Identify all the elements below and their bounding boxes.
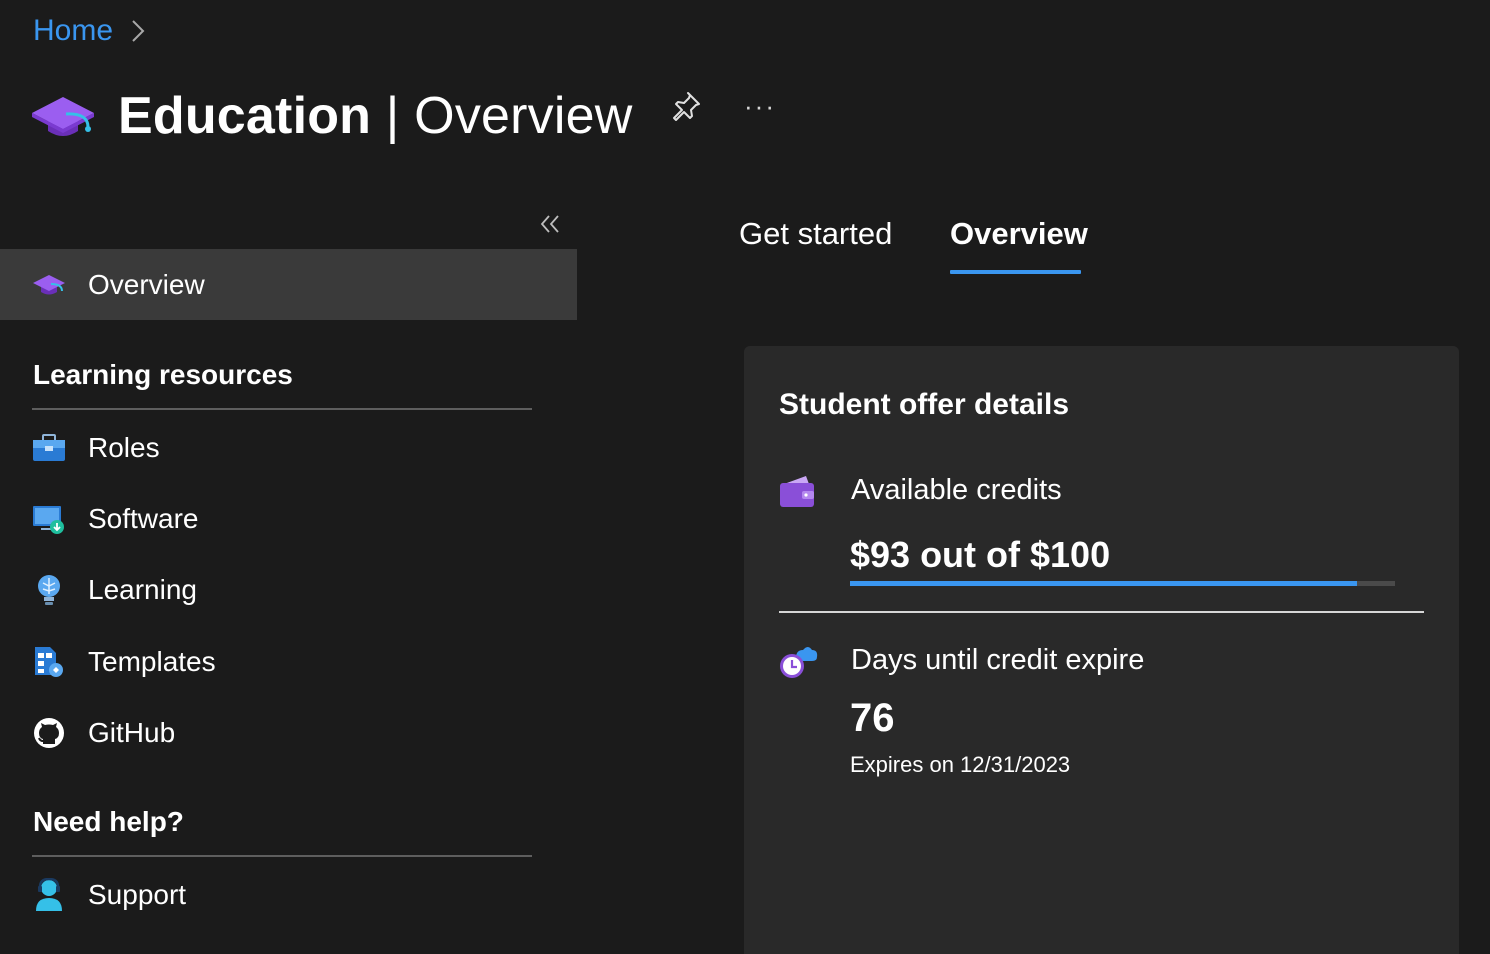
days-until-expire-value: 76 (850, 696, 895, 740)
template-icon (32, 645, 66, 679)
credits-progress-fill (850, 581, 1357, 586)
section-title-learning-resources: Learning resources (33, 359, 293, 390)
graduation-cap-icon (30, 83, 96, 149)
student-offer-card: Student offer details Available credits … (744, 346, 1459, 954)
available-credits-value: $93 out of $100 (850, 534, 1111, 575)
monitor-download-icon (32, 502, 66, 536)
sidebar-item-label: Templates (88, 646, 216, 677)
page-title-separator: | (371, 87, 415, 145)
section-divider (32, 855, 532, 857)
collapse-sidebar-icon[interactable] (534, 208, 566, 240)
sidebar-item-support[interactable]: Support (32, 870, 186, 920)
graduation-cap-icon (32, 268, 66, 302)
page-title: Education | Overview (118, 86, 632, 146)
card-title: Student offer details (779, 388, 1070, 421)
page: Home Education | Overview ··· Overview L… (0, 0, 1490, 954)
breadcrumb: Home (33, 14, 149, 48)
expiry-date-text: Expires on 12/31/2023 (850, 752, 1071, 777)
available-credits-label: Available credits (851, 474, 1062, 506)
page-header: Education | Overview ··· (30, 76, 774, 156)
sidebar-item-label: Roles (88, 432, 160, 463)
github-icon (32, 716, 66, 750)
sidebar-item-label: Learning (88, 574, 197, 605)
sidebar-item-label: Support (88, 879, 187, 910)
sidebar-item-label: Overview (88, 268, 205, 300)
page-title-sub: Overview (414, 87, 633, 145)
sidebar-item-roles[interactable]: Roles (32, 423, 160, 473)
pin-icon[interactable] (666, 86, 706, 126)
more-options-icon[interactable]: ··· (738, 86, 782, 126)
toolbox-icon (32, 431, 66, 465)
person-support-icon (32, 878, 66, 912)
section-divider (32, 408, 532, 410)
active-tab-indicator (950, 270, 1081, 274)
tab-get-started[interactable]: Get started (739, 216, 892, 252)
sidebar-item-github[interactable]: GitHub (32, 708, 175, 758)
sidebar-item-label: GitHub (88, 717, 176, 748)
chevron-right-icon (131, 16, 149, 46)
lightbulb-icon (32, 573, 66, 607)
page-title-main: Education (118, 87, 372, 145)
credits-progress-bar (850, 581, 1395, 586)
sidebar-item-software[interactable]: Software (32, 494, 199, 544)
sidebar-item-overview[interactable]: Overview (0, 249, 577, 320)
cloud-clock-icon (778, 642, 818, 682)
card-divider (779, 611, 1424, 613)
tab-overview[interactable]: Overview (950, 216, 1088, 252)
sidebar-item-templates[interactable]: Templates (32, 637, 216, 687)
wallet-icon (778, 474, 818, 514)
sidebar-item-learning[interactable]: Learning (32, 565, 197, 615)
sidebar-item-label: Software (88, 503, 199, 534)
section-title-need-help: Need help? (33, 806, 184, 837)
breadcrumb-home-link[interactable]: Home (33, 14, 113, 48)
days-until-expire-label: Days until credit expire (851, 644, 1145, 676)
